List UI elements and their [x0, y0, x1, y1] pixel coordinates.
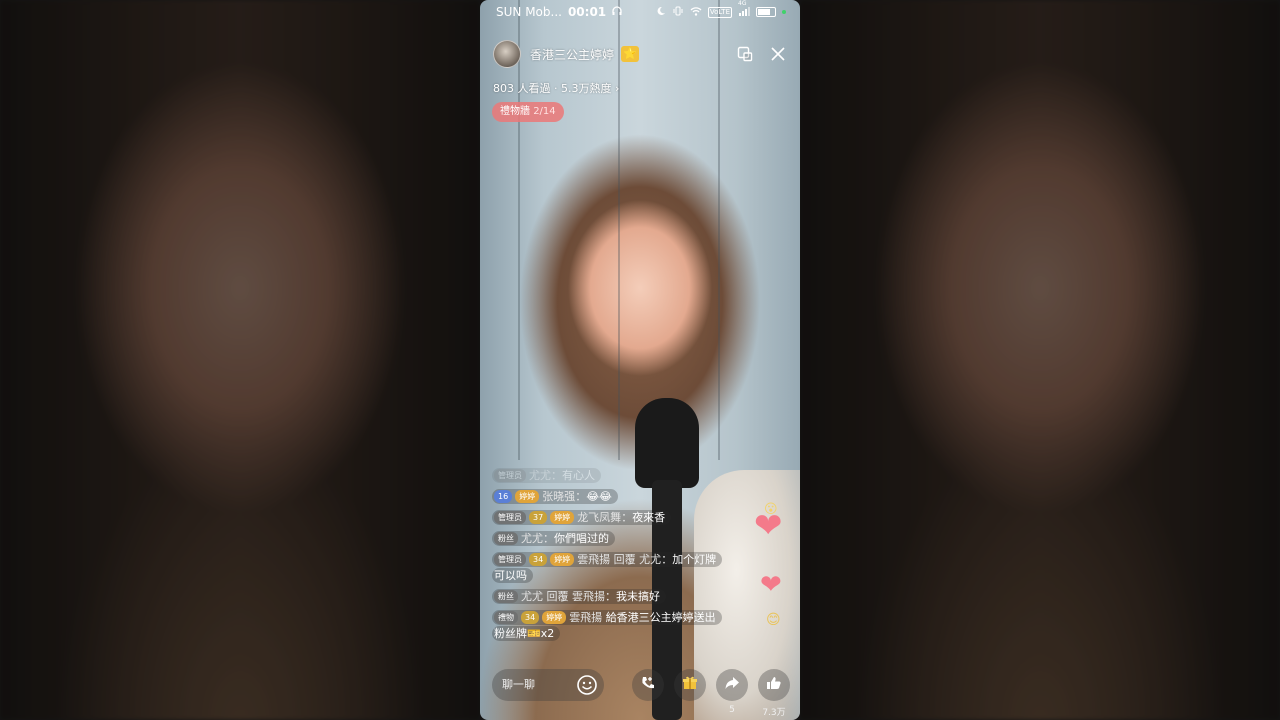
live-stream-view[interactable]: SUN Mob... 00:01 VoLTE 4G 香港三公主婷婷 ⭐ 803 …	[480, 0, 800, 720]
like-button[interactable]	[758, 669, 790, 701]
gift-wall-count: 2/14	[533, 106, 556, 117]
carrier-label: SUN Mob...	[496, 5, 562, 19]
wall-panel-line	[718, 0, 720, 460]
floating-emoji-icon: 😮	[764, 502, 778, 517]
chat-bubble: 粉丝 尤尤 回覆 雲飛揚：我未搞好	[492, 589, 666, 604]
viewer-stats[interactable]: 803 人看過 · 5.3万熱度 ›	[493, 80, 619, 96]
chat-tag-admin: 管理员	[494, 469, 526, 482]
wifi-icon	[690, 6, 702, 19]
signal-icon: 4G	[738, 0, 750, 19]
gift-wall-label: 禮物牆	[500, 106, 530, 117]
chat-username[interactable]: 尤尤	[521, 532, 543, 545]
chat-tag-level: 16	[494, 490, 513, 503]
chat-tag-lvgold: 37	[529, 511, 548, 524]
picture-in-picture-icon[interactable]	[737, 46, 753, 62]
chat-tag-fan: 粉丝	[494, 590, 518, 603]
chat-text: 夜來香	[632, 511, 666, 524]
host-avatar[interactable]	[493, 40, 521, 68]
vibrate-icon	[672, 6, 684, 19]
status-bar: SUN Mob... 00:01 VoLTE 4G	[480, 0, 800, 24]
chat-username[interactable]: 张晓强	[542, 490, 575, 503]
chat-tag-gift: 禮物	[494, 611, 518, 624]
chat-text: 有心人	[562, 469, 595, 482]
chat-tag-admin: 管理员	[494, 553, 526, 566]
moon-icon	[656, 6, 666, 19]
chat-bubble: 16 婷婷 张晓强：😂😂	[492, 489, 618, 504]
chat-separator: ：	[543, 532, 554, 545]
chat-text: 你們唱过的	[554, 532, 609, 545]
chat-message[interactable]: 16 婷婷 张晓强：😂😂	[492, 489, 722, 505]
chat-bubble: 禮物 34 婷婷 雲飛揚 給香港三公主婷婷送出粉丝牌🎫x2	[492, 610, 722, 641]
battery-icon	[756, 7, 776, 17]
chat-separator: ：	[605, 590, 616, 603]
chat-tag-fanclub: 婷婷	[550, 511, 575, 524]
host-badge: ⭐	[621, 46, 639, 62]
wall-panel-line	[618, 0, 620, 460]
chat-bubble: 管理员 尤尤：有心人	[492, 468, 601, 483]
floating-emoji-icon: 😊	[766, 612, 781, 628]
chat-message[interactable]: 管理员 尤尤：有心人	[492, 468, 722, 484]
chat-text: 我未搞好	[616, 590, 660, 603]
close-icon[interactable]	[770, 46, 786, 62]
chat-message[interactable]: 管理员 34 婷婷 雲飛揚 回覆 尤尤：加个灯牌 可以吗	[492, 552, 723, 584]
emoji-icon[interactable]	[576, 674, 598, 696]
chat-tag-lvgold: 34	[529, 553, 548, 566]
chat-username[interactable]: 尤尤	[529, 469, 551, 482]
volte-icon: VoLTE	[707, 6, 732, 18]
wall-panel-line	[518, 0, 520, 460]
chat-username[interactable]: 尤尤 回覆 雲飛揚	[521, 590, 605, 603]
chat-username[interactable]: 雲飛揚 回覆 尤尤	[577, 553, 661, 566]
chat-username[interactable]: 雲飛揚	[569, 611, 602, 624]
headphones-icon	[612, 5, 622, 19]
chat-bubble: 管理员 34 婷婷 雲飛揚 回覆 尤尤：加个灯牌 可以吗	[492, 552, 723, 583]
chat-tag-fanclub: 婷婷	[515, 490, 540, 503]
floating-heart-icon: ❤	[760, 570, 782, 600]
chat-username[interactable]: 龙飞凤舞	[577, 511, 621, 524]
chat-tag-fan: 粉丝	[494, 532, 518, 545]
gift-button[interactable]	[674, 669, 706, 701]
share-button[interactable]	[716, 669, 748, 701]
thumbs-up-icon	[766, 675, 782, 695]
gift-icon	[682, 675, 698, 695]
like-count: 7.3万	[762, 708, 786, 718]
phone-icon	[640, 675, 656, 695]
chat-bubble: 粉丝 尤尤：你們唱过的	[492, 531, 615, 546]
screen: SUN Mob... 00:01 VoLTE 4G 香港三公主婷婷 ⭐ 803 …	[0, 0, 1280, 720]
gift-wall-button[interactable]: 禮物牆 2/14	[492, 102, 564, 122]
host-name[interactable]: 香港三公主婷婷	[530, 46, 614, 63]
chat-separator: ：	[621, 511, 633, 524]
chat-tag-admin: 管理员	[494, 511, 526, 524]
network-type-label: 4G	[738, 0, 747, 7]
clock: 00:01	[567, 5, 607, 19]
chat-tag-fanclub: 婷婷	[550, 553, 575, 566]
chat-text: 😂😂	[586, 490, 612, 503]
chat-separator: ：	[551, 469, 562, 482]
chat-message[interactable]: 管理员 37 婷婷 龙飞凤舞：夜來香	[492, 510, 722, 526]
chat-message[interactable]: 禮物 34 婷婷 雲飛揚 給香港三公主婷婷送出粉丝牌🎫x2	[492, 610, 722, 642]
chat-list[interactable]: 管理员 尤尤：有心人 16 婷婷 张晓强：😂😂 管理员 37 婷婷 龙飞凤舞：夜來香 粉丝 尤尤：你…	[492, 468, 723, 647]
voice-call-button[interactable]	[632, 669, 664, 701]
chat-separator: ：	[575, 490, 587, 503]
privacy-indicator-dot	[782, 10, 786, 14]
chat-message[interactable]: 粉丝 尤尤：你們唱过的	[492, 531, 722, 547]
share-count: 5	[729, 705, 735, 715]
bottom-bar: 5 7.3万	[480, 665, 800, 718]
chat-separator: ：	[661, 553, 673, 566]
chat-tag-fanclub: 婷婷	[542, 611, 567, 624]
chat-message[interactable]: 粉丝 尤尤 回覆 雲飛揚：我未搞好	[492, 589, 722, 605]
chat-bubble: 管理员 37 婷婷 龙飞凤舞：夜來香	[492, 510, 672, 525]
chat-tag-lvgold: 34	[521, 611, 540, 624]
share-icon	[724, 675, 740, 695]
